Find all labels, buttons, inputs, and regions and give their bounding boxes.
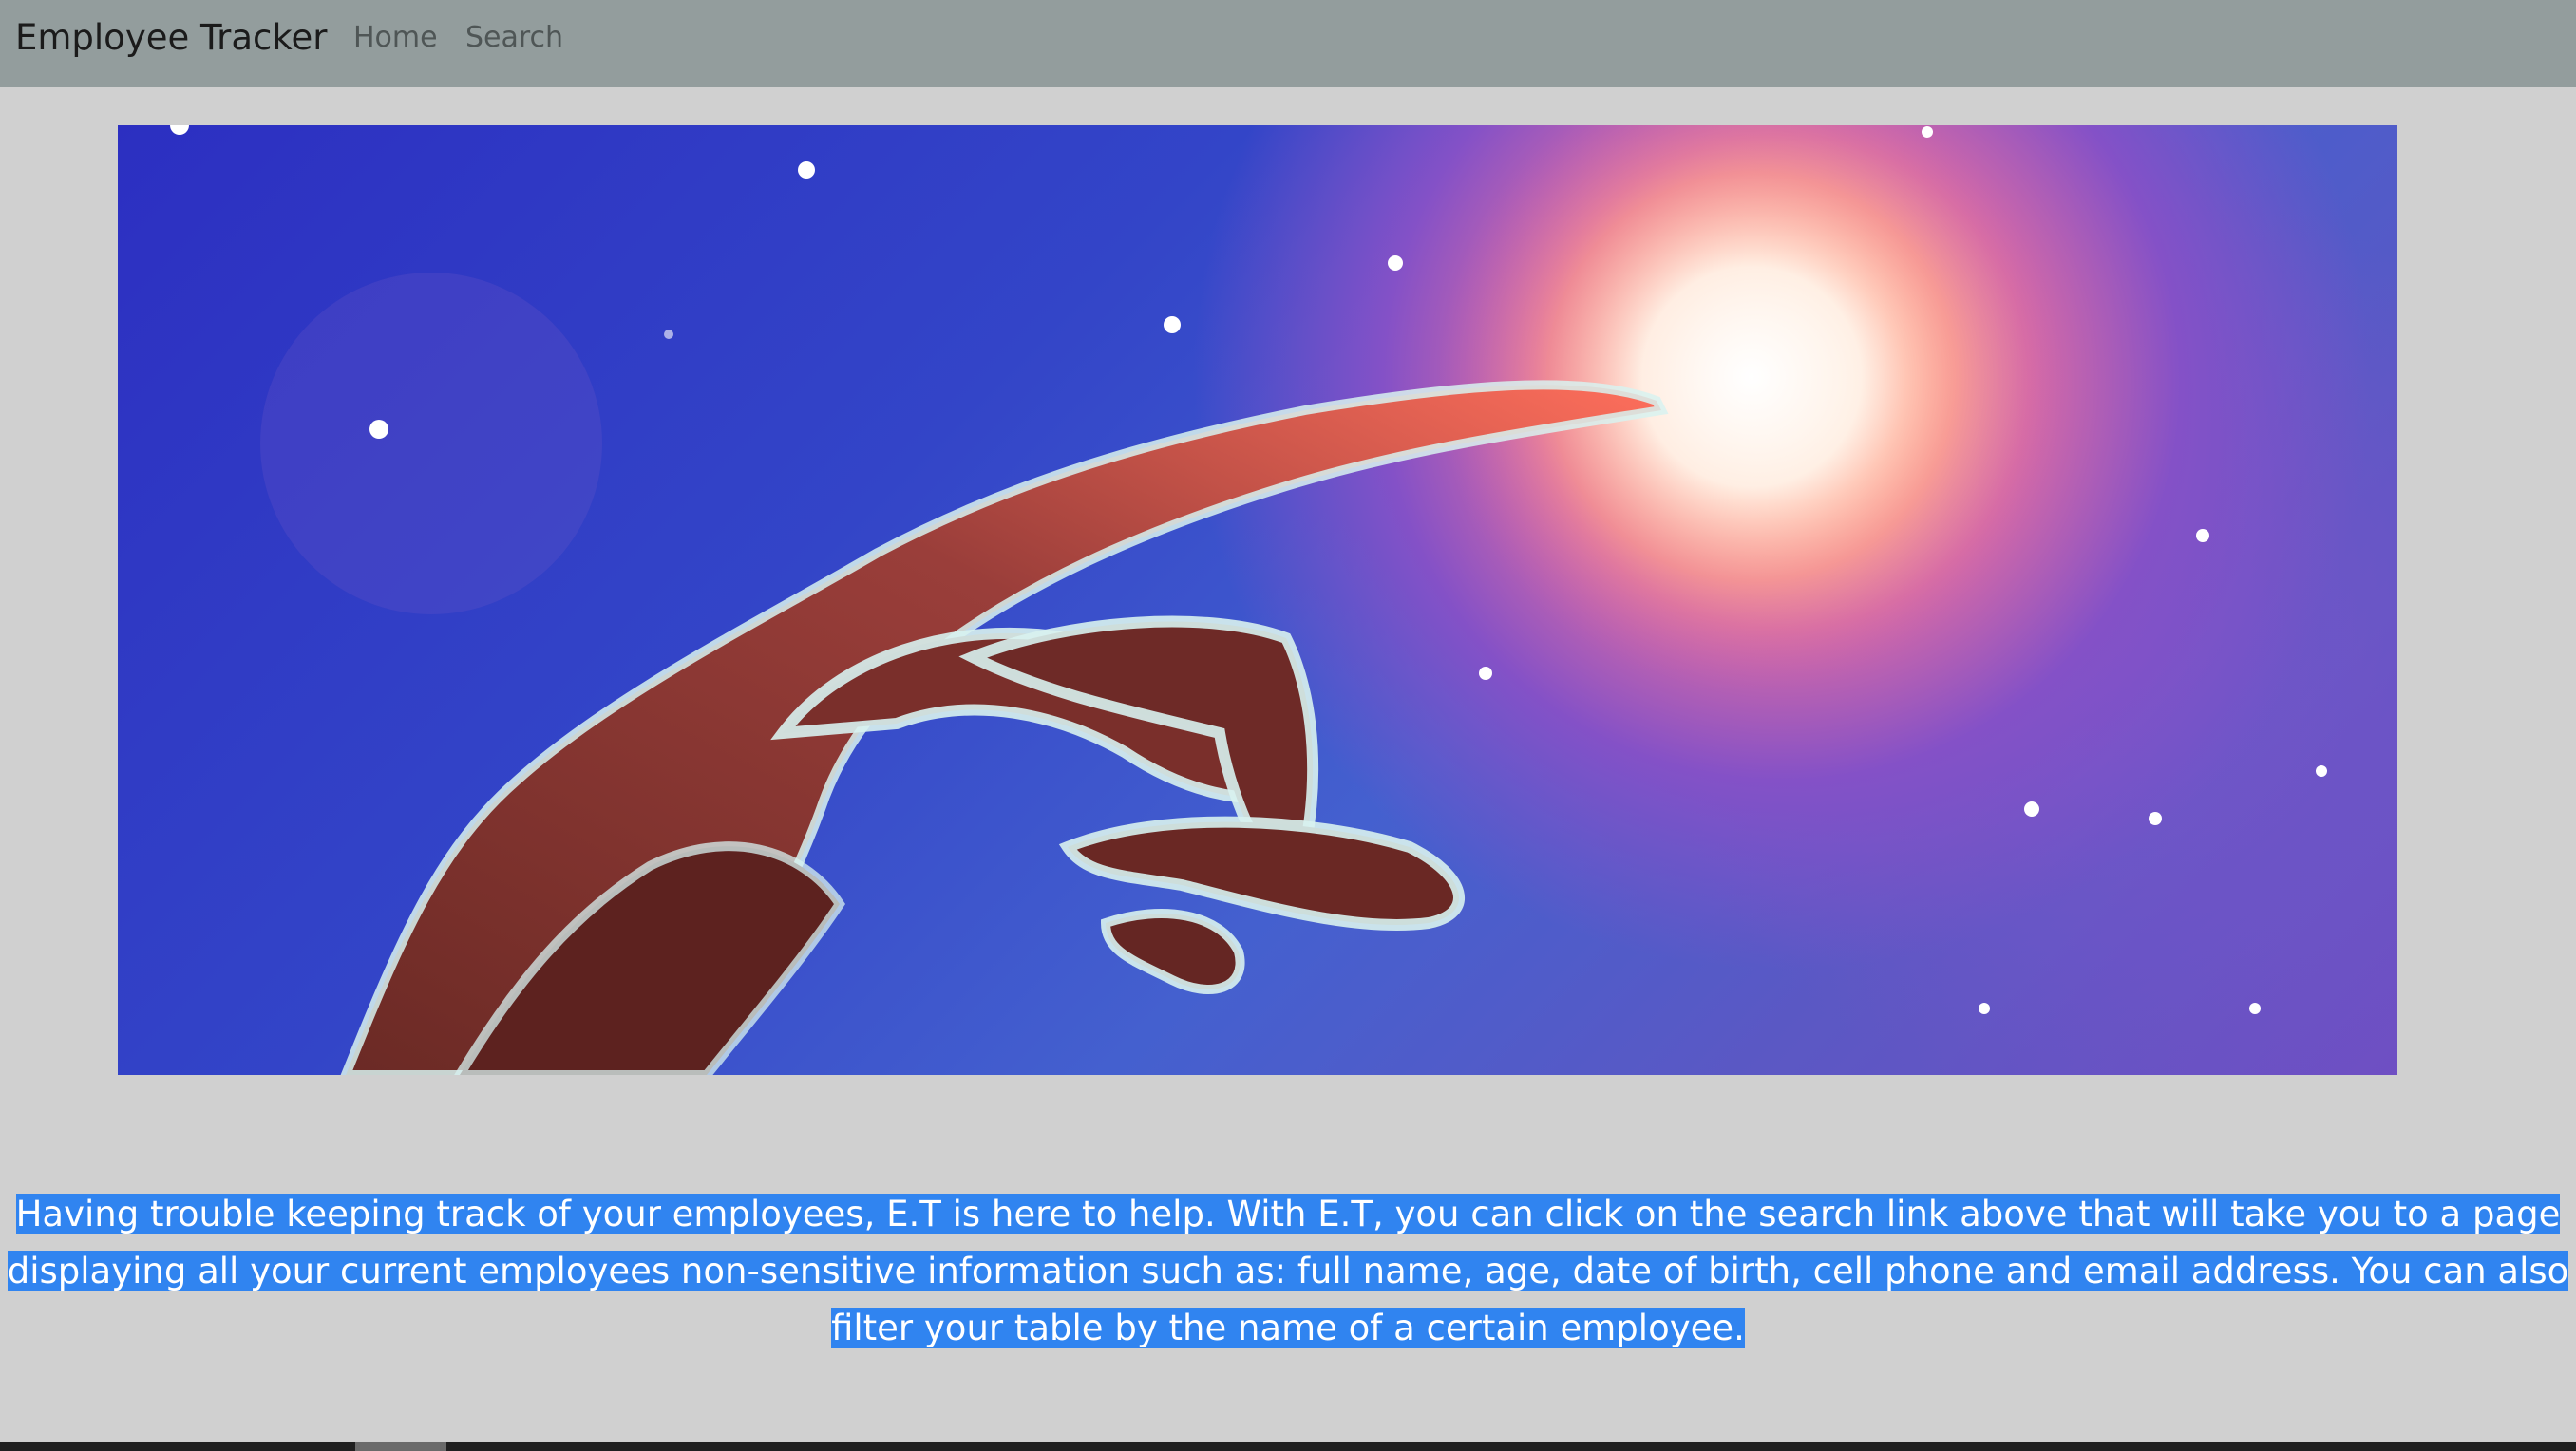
halo-circle xyxy=(260,273,602,614)
top-navbar: Employee Tracker Home Search xyxy=(0,0,2576,87)
hand-reaching-glowing-finger-image xyxy=(170,125,2327,1075)
scrollbar-thumb[interactable] xyxy=(355,1442,446,1451)
description-text: Having trouble keeping track of your emp… xyxy=(0,1186,2576,1357)
brand-title[interactable]: Employee Tracker xyxy=(15,13,327,63)
nav-link-home[interactable]: Home xyxy=(353,19,438,57)
highlighted-description: Having trouble keeping track of your emp… xyxy=(7,1194,2569,1348)
nav-link-search[interactable]: Search xyxy=(465,19,563,57)
hero-image xyxy=(118,125,2397,1075)
